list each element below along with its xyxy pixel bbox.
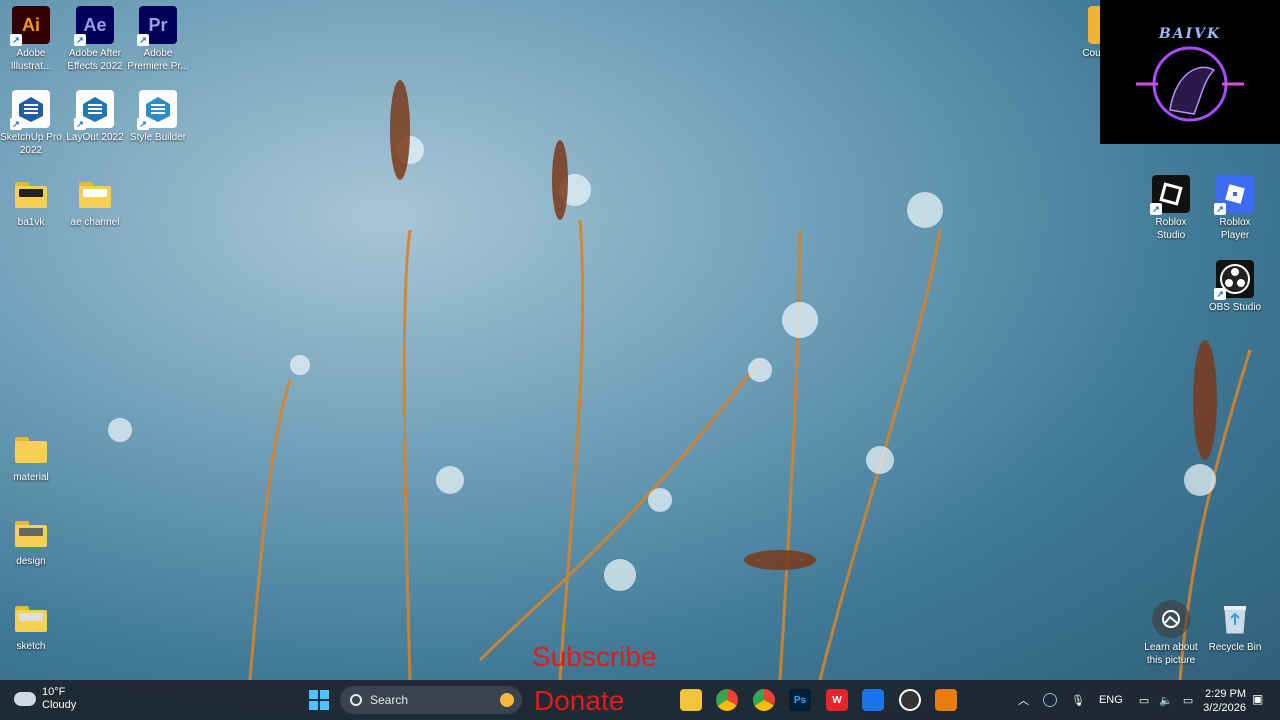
- desktop-icon-roblox-player[interactable]: ↗ Roblox Player: [1204, 175, 1266, 242]
- chevron-up-icon[interactable]: ︿: [1018, 692, 1029, 708]
- desktop-icon-label: sketch: [16, 641, 46, 652]
- blender-icon[interactable]: [935, 689, 957, 711]
- desktop-icon-sketchup[interactable]: ↗ SketchUp Pro 2022: [0, 90, 62, 157]
- windows-logo-part: [309, 701, 318, 710]
- desktop-icon-label: Adobe Premiere Pr...: [127, 48, 189, 72]
- microphone-icon[interactable]: 🎙: [1071, 694, 1085, 707]
- illustrator-icon: Ai ↗: [10, 6, 50, 46]
- system-tray: ︿ 🎙 ENG ▭ 🔈 ▭: [1018, 680, 1193, 720]
- obs-taskbar-icon[interactable]: [899, 689, 921, 711]
- steam-icon[interactable]: [1043, 693, 1057, 707]
- weather-widget[interactable]: 10°F Cloudy: [14, 686, 76, 712]
- desktop-icon-label: design: [16, 556, 46, 567]
- battery-icon[interactable]: ▭: [1183, 694, 1193, 707]
- chrome-profile-icon[interactable]: [753, 689, 775, 711]
- desktop-icon-obs-studio[interactable]: ↗ OBS Studio: [1204, 260, 1266, 314]
- shortcut-arrow-icon: ↗: [10, 34, 22, 46]
- desktop-icon-recycle-bin[interactable]: Recycle Bin: [1204, 600, 1266, 654]
- weather-temp: 10°F: [42, 686, 66, 698]
- clock-time: 2:29 PM: [1205, 688, 1246, 700]
- windows-logo-icon: [309, 690, 318, 699]
- subscribe-overlay-text: Subscribe: [532, 641, 657, 672]
- desktop-icon-label: ae channel: [70, 217, 120, 228]
- layout-icon: ↗: [74, 90, 114, 130]
- desktop-icon-label: Cour: [1082, 48, 1104, 59]
- search-highlight-icon: [500, 693, 514, 707]
- desktop-icon-label: Style Builder: [129, 132, 187, 143]
- clock-date: 3/2/2026: [1203, 702, 1246, 714]
- shortcut-arrow-icon: ↗: [1150, 203, 1162, 215]
- shortcut-arrow-icon: ↗: [1214, 203, 1226, 215]
- camera-icon: [1152, 600, 1190, 638]
- desktop-folder-material[interactable]: material: [0, 430, 62, 484]
- start-button[interactable]: [309, 690, 329, 710]
- desktop-icon-label: Roblox Studio: [1155, 217, 1187, 241]
- shortcut-arrow-icon: ↗: [10, 118, 22, 130]
- search-label: Search: [370, 693, 409, 707]
- folder-icon: [12, 175, 50, 213]
- desktop-folder-sketch[interactable]: sketch: [0, 599, 62, 653]
- after-effects-icon: Ae ↗: [74, 6, 114, 46]
- shortcut-arrow-icon: ↗: [1214, 288, 1226, 300]
- desktop-folder-ba1vk[interactable]: ba1vk: [0, 175, 62, 229]
- desktop-icon-label: OBS Studio: [1208, 302, 1262, 313]
- desktop-folder-design[interactable]: design: [0, 514, 62, 568]
- folder-icon: [12, 514, 50, 552]
- desktop-icon-after-effects[interactable]: Ae ↗ Adobe After Effects 2022: [64, 6, 126, 73]
- shortcut-arrow-icon: ↗: [137, 34, 149, 46]
- channel-logo: BAIVK: [1100, 0, 1280, 144]
- desktop-icon-label: Learn about this picture: [1144, 642, 1198, 666]
- wps-icon[interactable]: W: [826, 689, 848, 711]
- desktop-icon-label: Adobe After Effects 2022: [67, 48, 123, 72]
- desktop-icon-premiere[interactable]: Pr ↗ Adobe Premiere Pr...: [127, 6, 189, 73]
- shortcut-arrow-icon: ↗: [137, 118, 149, 130]
- style-builder-icon: ↗: [137, 90, 177, 130]
- obs-icon: ↗: [1214, 260, 1254, 300]
- shortcut-arrow-icon: ↗: [74, 118, 86, 130]
- windows-logo-part: [320, 690, 329, 699]
- cloud-icon: [14, 692, 36, 706]
- donate-overlay-text: Donate: [534, 685, 625, 716]
- folder-icon: [12, 430, 50, 468]
- chrome-icon[interactable]: [716, 689, 738, 711]
- taskbar-clock[interactable]: 2:29 PM 3/2/2026: [1198, 687, 1246, 715]
- weather-condition: Cloudy: [42, 699, 77, 711]
- file-explorer-icon[interactable]: [680, 689, 702, 711]
- roblox-studio-icon: ↗: [1150, 175, 1190, 215]
- desktop-icon-label: SketchUp Pro 2022: [0, 132, 62, 156]
- desktop-icon-label: material: [13, 472, 49, 483]
- desktop-icon-label: Recycle Bin: [1208, 642, 1262, 653]
- desktop-folder-ae-channel[interactable]: ae channel: [64, 175, 126, 229]
- search-icon: [350, 694, 362, 706]
- desktop-icon-label: ba1vk: [17, 217, 45, 228]
- taskbar: 10°F Cloudy Search Ps W ︿ 🎙 ENG ▭ 🔈 ▭ 2:…: [0, 680, 1280, 720]
- network-icon[interactable]: ▭: [1139, 694, 1149, 707]
- folder-icon: [12, 599, 50, 637]
- premiere-pro-icon: Pr ↗: [137, 6, 177, 46]
- desktop-icon-layout[interactable]: ↗ LayOut 2022: [64, 90, 126, 144]
- app-icon[interactable]: [862, 689, 884, 711]
- language-indicator[interactable]: ENG: [1099, 694, 1123, 706]
- sketchup-icon: ↗: [10, 90, 50, 130]
- volume-icon[interactable]: 🔈: [1159, 694, 1173, 707]
- desktop-icon-label: LayOut 2022: [66, 132, 124, 143]
- desktop-icon-label: Adobe Illustrat...: [10, 48, 52, 72]
- photoshop-icon[interactable]: Ps: [789, 689, 811, 711]
- notification-icon[interactable]: ▣: [1252, 692, 1263, 706]
- logo-emblem-icon: [1136, 46, 1244, 122]
- wallpaper: [108, 80, 1252, 680]
- desktop-icon-cour[interactable]: Cour: [1068, 6, 1104, 60]
- desktop-icon-learn-about-picture[interactable]: Learn about this picture: [1140, 600, 1202, 667]
- desktop-icon-label: Roblox Player: [1219, 217, 1251, 241]
- windows-logo-part: [320, 701, 329, 710]
- taskbar-search[interactable]: Search: [340, 686, 522, 714]
- roblox-player-icon: ↗: [1214, 175, 1254, 215]
- recycle-bin-icon: [1216, 600, 1254, 638]
- desktop-icon-illustrator[interactable]: Ai ↗ Adobe Illustrat...: [0, 6, 62, 73]
- folder-icon: [76, 175, 114, 213]
- desktop-icon-roblox-studio[interactable]: ↗ Roblox Studio: [1140, 175, 1202, 242]
- desktop-icon-style-builder[interactable]: ↗ Style Builder: [127, 90, 189, 144]
- shortcut-arrow-icon: ↗: [74, 34, 86, 46]
